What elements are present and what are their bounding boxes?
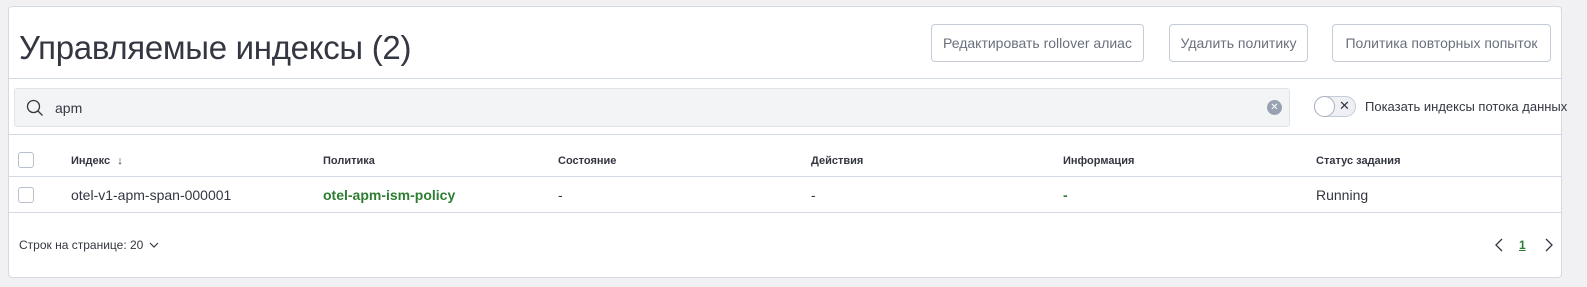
chevron-right-icon[interactable]	[1544, 238, 1554, 252]
chevron-left-icon[interactable]	[1494, 238, 1504, 252]
cell-action: -	[811, 187, 816, 203]
toggle-knob	[1314, 96, 1335, 117]
row-checkbox[interactable]	[18, 187, 34, 203]
rows-per-page-label: Строк на странице: 20	[19, 238, 144, 252]
sort-arrow-icon: ↓	[117, 155, 123, 167]
select-all-checkbox[interactable]	[18, 152, 34, 168]
search-bar[interactable]: ✕	[14, 88, 1290, 127]
show-data-streams-toggle[interactable]: ✕	[1314, 96, 1356, 117]
managed-indices-panel: Управляемые индексы (2) Редактировать ro…	[8, 6, 1567, 278]
cell-index: otel-v1-apm-span-000001	[71, 187, 232, 203]
page-number-current[interactable]: 1	[1519, 238, 1526, 252]
column-header-job-status: Статус задания	[1316, 155, 1401, 167]
retry-policy-button[interactable]: Политика повторных попыток	[1332, 24, 1551, 62]
chevron-down-icon	[149, 242, 159, 248]
divider	[9, 176, 1561, 177]
search-icon	[26, 99, 43, 116]
search-input[interactable]	[55, 97, 1235, 119]
clear-icon[interactable]: ✕	[1267, 100, 1282, 115]
close-icon: ✕	[1339, 98, 1350, 113]
column-header-policy: Политика	[323, 155, 375, 167]
column-header-index[interactable]: Индекс ↓	[71, 155, 123, 167]
column-header-info: Информация	[1063, 155, 1135, 167]
edit-rollover-alias-button[interactable]: Редактировать rollover алиас	[931, 24, 1144, 62]
divider	[9, 212, 1561, 213]
page-title: Управляемые индексы (2)	[19, 29, 412, 66]
column-header-action: Действия	[811, 155, 864, 167]
toggle-label: Показать индексы потока данных	[1365, 99, 1568, 114]
cell-info[interactable]: -	[1063, 187, 1068, 203]
column-header-state: Состояние	[558, 155, 617, 167]
cell-job-status: Running	[1316, 187, 1369, 203]
cell-state: -	[558, 187, 563, 203]
delete-policy-button[interactable]: Удалить политику	[1169, 24, 1308, 62]
divider	[9, 134, 1561, 135]
cell-policy-link[interactable]: otel-apm-ism-policy	[323, 187, 455, 203]
panel-header: Управляемые индексы (2) Редактировать ro…	[9, 7, 1561, 79]
rows-per-page-selector[interactable]: Строк на странице: 20	[19, 238, 159, 252]
